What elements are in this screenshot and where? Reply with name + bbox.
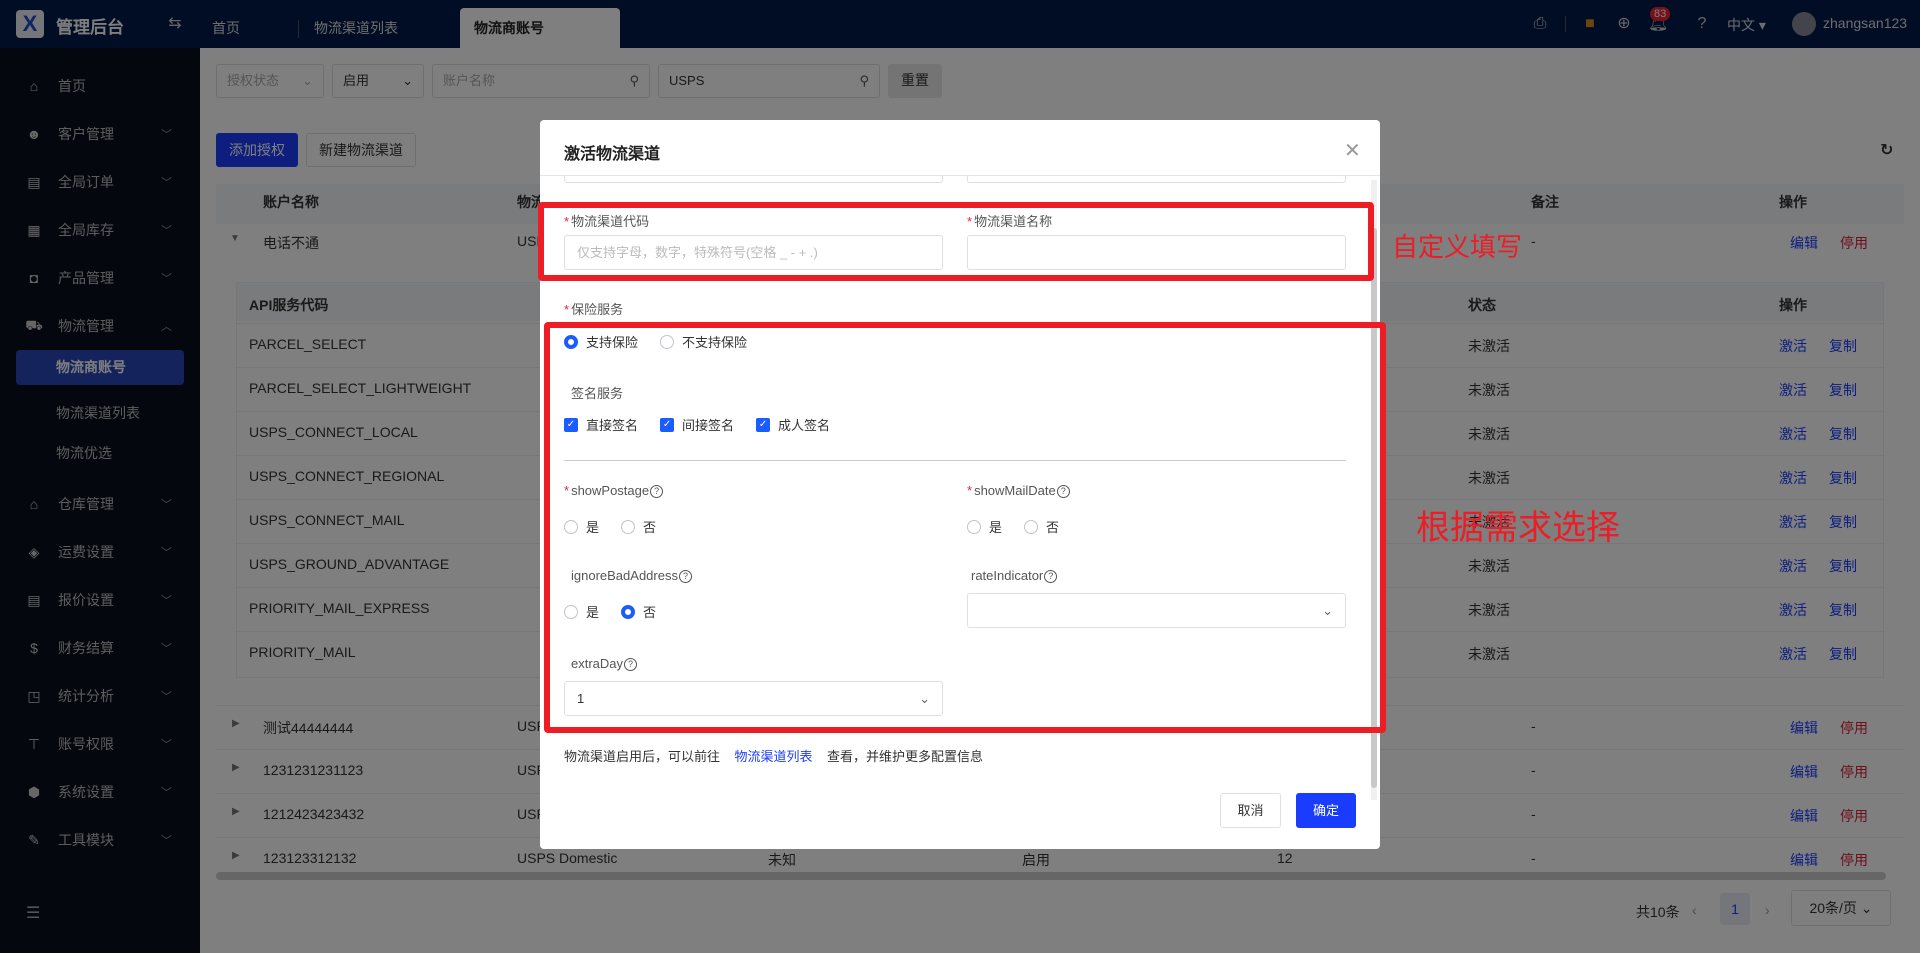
partial-input xyxy=(967,175,1346,183)
annotation-custom-fill: 自定义填写 xyxy=(1392,232,1523,262)
annotation-select-as-needed: 根据需求选择 xyxy=(1416,509,1620,547)
annotation-box-custom xyxy=(538,202,1374,281)
close-icon[interactable]: ✕ xyxy=(1344,138,1361,163)
footnote: 物流渠道启用后，可以前往 物流渠道列表 查看，并维护更多配置信息 xyxy=(564,749,983,764)
partial-input xyxy=(564,175,943,183)
annotation-box-select xyxy=(544,322,1386,733)
dialog-title: 激活物流渠道 xyxy=(564,146,661,163)
channel-list-link[interactable]: 物流渠道列表 xyxy=(734,749,812,764)
insurance-label: * 保险服务 xyxy=(564,302,624,317)
confirm-button[interactable]: 确定 xyxy=(1296,793,1356,828)
cancel-button[interactable]: 取消 xyxy=(1220,793,1281,828)
